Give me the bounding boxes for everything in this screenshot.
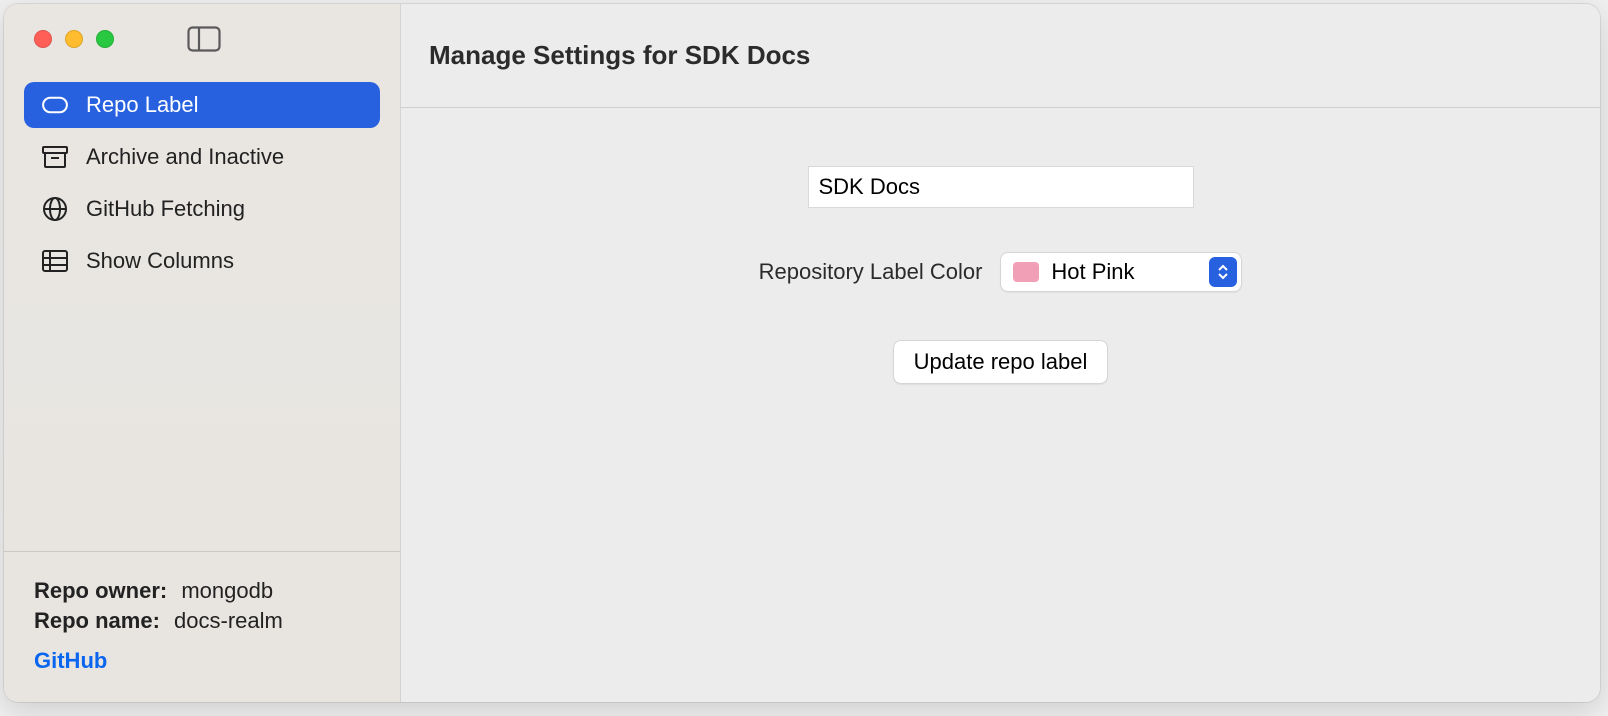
repo-name-row: Repo name: docs-realm <box>34 608 370 634</box>
color-select-value: Hot Pink <box>1051 259 1134 285</box>
sidebar-item-label: Archive and Inactive <box>86 144 284 170</box>
sidebar-item-label: Show Columns <box>86 248 234 274</box>
sidebar-item-archive-inactive[interactable]: Archive and Inactive <box>24 134 380 180</box>
update-repo-label-button[interactable]: Update repo label <box>893 340 1109 384</box>
pill-icon <box>42 92 68 118</box>
toggle-sidebar-button[interactable] <box>186 25 222 53</box>
sidebar-spacer <box>4 298 400 551</box>
github-link[interactable]: GitHub <box>34 648 370 674</box>
list-columns-icon <box>42 248 68 274</box>
page-title: Manage Settings for SDK Docs <box>429 40 810 71</box>
close-window-button[interactable] <box>34 30 52 48</box>
sidebar-item-show-columns[interactable]: Show Columns <box>24 238 380 284</box>
window: Repo Label Archive and Inactive GitHub F… <box>4 4 1600 702</box>
repo-owner-value: mongodb <box>181 578 273 603</box>
sidebar-item-repo-label[interactable]: Repo Label <box>24 82 380 128</box>
repo-label-input[interactable] <box>808 166 1194 208</box>
globe-icon <box>42 196 68 222</box>
chevron-up-down-icon <box>1209 257 1237 287</box>
zoom-window-button[interactable] <box>96 30 114 48</box>
color-swatch <box>1013 262 1039 282</box>
minimize-window-button[interactable] <box>65 30 83 48</box>
sidebar-item-github-fetching[interactable]: GitHub Fetching <box>24 186 380 232</box>
color-select[interactable]: Hot Pink <box>1000 252 1242 292</box>
content-area: Repository Label Color Hot Pink Update r… <box>401 108 1600 702</box>
main-pane: Manage Settings for SDK Docs Repository … <box>401 4 1600 702</box>
sidebar-footer: Repo owner: mongodb Repo name: docs-real… <box>4 551 400 702</box>
titlebar-left <box>4 4 400 74</box>
sidebar-item-label: Repo Label <box>86 92 199 118</box>
traffic-lights <box>34 30 114 48</box>
sidebar-item-label: GitHub Fetching <box>86 196 245 222</box>
sidebar-nav: Repo Label Archive and Inactive GitHub F… <box>4 74 400 298</box>
repo-owner-label: Repo owner: <box>34 578 167 603</box>
repo-name-value: docs-realm <box>174 608 283 633</box>
color-label: Repository Label Color <box>759 259 983 285</box>
color-row: Repository Label Color Hot Pink <box>759 252 1243 292</box>
repo-owner-row: Repo owner: mongodb <box>34 578 370 604</box>
sidebar: Repo Label Archive and Inactive GitHub F… <box>4 4 401 702</box>
sidebar-toggle-icon <box>187 26 221 52</box>
archive-box-icon <box>42 144 68 170</box>
repo-name-label: Repo name: <box>34 608 160 633</box>
titlebar-right: Manage Settings for SDK Docs <box>401 4 1600 108</box>
